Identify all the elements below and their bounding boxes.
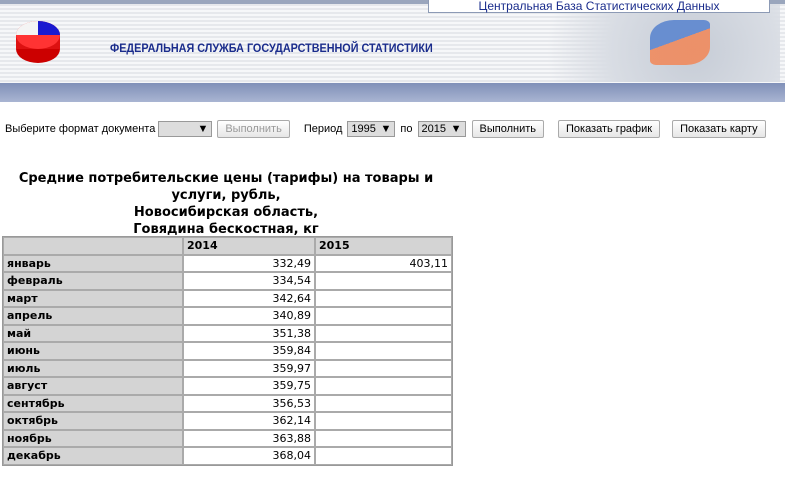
month-cell: август [3, 377, 183, 395]
table-row: май 351,38 [3, 324, 452, 342]
organization-name: ФЕДЕРАЛЬНАЯ СЛУЖБА ГОСУДАРСТВЕННОЙ СТАТИ… [110, 41, 433, 55]
table-row: сентябрь 356,53 [3, 394, 452, 412]
dropdown-arrow-icon: ▼ [380, 123, 392, 135]
value-cell [315, 377, 452, 395]
table-row: январь 332,49 403,11 [3, 254, 452, 272]
value-cell: 359,97 [183, 359, 315, 377]
table-row: декабрь 368,04 [3, 447, 452, 465]
value-cell: 340,89 [183, 307, 315, 325]
value-cell [315, 324, 452, 342]
value-cell: 351,38 [183, 324, 315, 342]
column-header: 2014 [183, 237, 315, 255]
period-to-label: по [400, 123, 413, 135]
table-row: апрель 340,89 [3, 307, 452, 325]
table-row: октябрь 362,14 [3, 412, 452, 430]
month-cell: апрель [3, 307, 183, 325]
data-table: 2014 2015 январь 332,49 403,11 февраль 334,5… [2, 236, 453, 466]
value-cell: 332,49 [183, 254, 315, 272]
value-cell [315, 359, 452, 377]
value-cell: 334,54 [183, 272, 315, 290]
run-button[interactable]: Выполнить [471, 120, 544, 138]
value-cell: 363,88 [183, 429, 315, 447]
title-line: Средние потребительские цены (тарифы) на… [18, 171, 434, 186]
format-run-button[interactable]: Выполнить [217, 120, 290, 138]
value-cell [315, 412, 452, 430]
value-cell: 359,75 [183, 377, 315, 395]
title-line: Новосибирская область, [133, 205, 319, 220]
month-cell: март [3, 289, 183, 307]
show-map-button[interactable]: Показать карту [672, 120, 766, 138]
format-label: Выберите формат документа [5, 123, 156, 135]
column-header [3, 237, 183, 255]
value-cell: 403,11 [315, 254, 452, 272]
month-cell: октябрь [3, 412, 183, 430]
value-cell [315, 447, 452, 465]
pie-chart-logo-icon [16, 21, 60, 63]
month-cell: декабрь [3, 447, 183, 465]
table-header-row: 2014 2015 [3, 237, 452, 255]
month-cell: сентябрь [3, 394, 183, 412]
value-cell [315, 394, 452, 412]
value-cell: 342,64 [183, 289, 315, 307]
table-row: июль 359,97 [3, 359, 452, 377]
table-row: август 359,75 [3, 377, 452, 395]
table-row: март 342,64 [3, 289, 452, 307]
dropdown-arrow-icon: ▼ [450, 123, 462, 135]
period-label: Период [303, 123, 343, 135]
globe-image [490, 4, 780, 82]
period-from-select[interactable]: 1995 ▼ [347, 121, 396, 137]
title-line: услуги, рубль, [171, 188, 281, 203]
value-cell [315, 289, 452, 307]
month-cell: июль [3, 359, 183, 377]
month-cell: февраль [3, 272, 183, 290]
toolbar: Выберите формат документа ▼ Выполнить Пе… [5, 120, 766, 138]
table-row: ноябрь 363,88 [3, 429, 452, 447]
table-row: февраль 334,54 [3, 272, 452, 290]
month-cell: июнь [3, 342, 183, 360]
database-title[interactable]: Центральная База Статистических Данных [428, 0, 770, 13]
site-header: Центральная База Статистических Данных Ф… [0, 0, 785, 102]
month-cell: ноябрь [3, 429, 183, 447]
month-cell: май [3, 324, 183, 342]
table-row: июнь 359,84 [3, 342, 452, 360]
period-to-select[interactable]: 2015 ▼ [417, 121, 466, 137]
column-header: 2015 [315, 237, 452, 255]
value-cell [315, 429, 452, 447]
value-cell [315, 272, 452, 290]
report-title: Средние потребительские цены (тарифы) на… [0, 170, 452, 238]
header-blue-bar [0, 83, 785, 102]
format-select[interactable]: ▼ [158, 121, 213, 137]
value-cell: 356,53 [183, 394, 315, 412]
dropdown-arrow-icon: ▼ [197, 123, 209, 135]
value-cell: 359,84 [183, 342, 315, 360]
russia-map-image [650, 20, 710, 65]
month-cell: январь [3, 254, 183, 272]
value-cell [315, 342, 452, 360]
value-cell: 368,04 [183, 447, 315, 465]
value-cell: 362,14 [183, 412, 315, 430]
value-cell [315, 307, 452, 325]
show-chart-button[interactable]: Показать график [557, 120, 661, 138]
